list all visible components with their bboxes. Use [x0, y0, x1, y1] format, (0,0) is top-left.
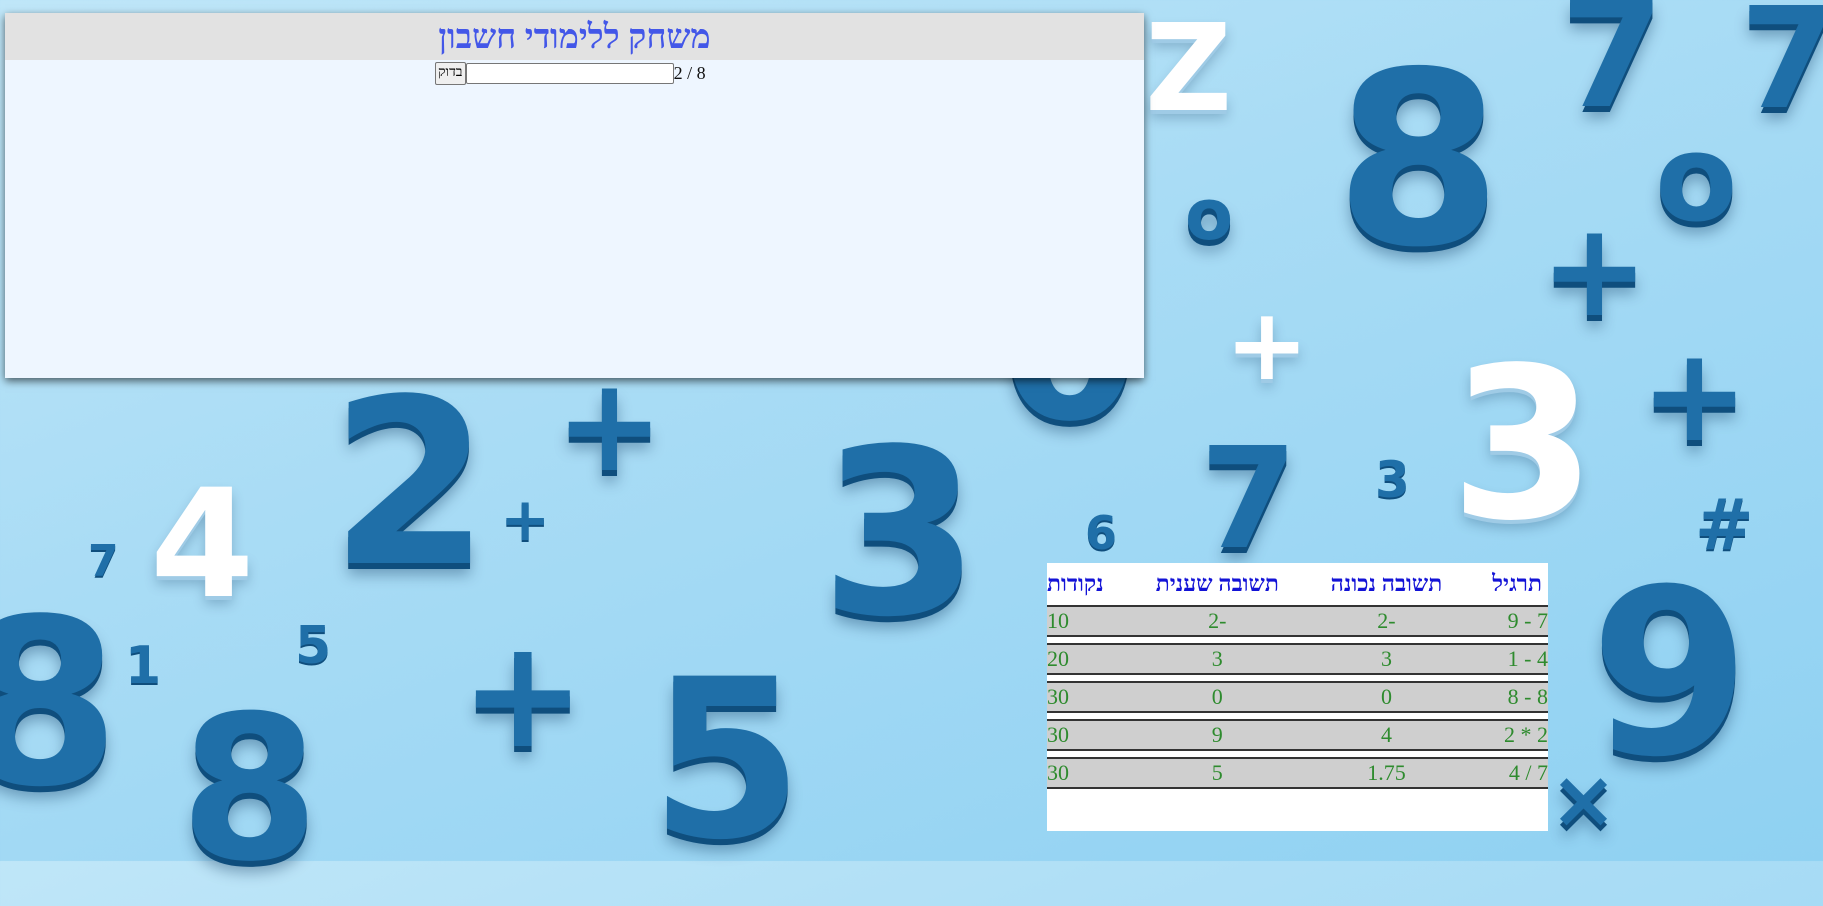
table-row: 7 / 4 1.75 5 30 [1047, 757, 1548, 789]
row-exercise: 2 * 2 [1467, 719, 1548, 751]
header-given-answer: תשובה שענית [1155, 571, 1279, 596]
row-exercise: 7 - 9 [1467, 605, 1548, 637]
table-row: 8 - 8 0 0 30 [1047, 681, 1548, 713]
table-row: 4 - 1 3 3 20 [1047, 643, 1548, 675]
game-title: משחק ללימודי חשבון [5, 13, 1144, 60]
header-correct-answer: תשובה נכונה [1330, 571, 1443, 596]
row-correct-answer: 1.75 [1305, 757, 1468, 789]
row-correct-answer: 0 [1305, 681, 1468, 713]
header-points: נקודות [1047, 571, 1104, 596]
row-given-answer: 3 [1128, 643, 1306, 675]
header-exercise: תרגיל [1492, 571, 1542, 596]
row-exercise: 7 / 4 [1467, 757, 1548, 789]
row-points: 30 [1047, 757, 1129, 789]
row-given-answer: 5 [1128, 757, 1306, 789]
row-given-answer: 9 [1128, 719, 1306, 751]
row-points: 20 [1047, 643, 1129, 675]
exercise-row: 8 / 2 בדוק [435, 60, 706, 86]
row-points: 30 [1047, 681, 1129, 713]
row-correct-answer: 4 [1305, 719, 1468, 751]
row-given-answer: -2 [1128, 605, 1306, 637]
table-row: 2 * 2 4 9 30 [1047, 719, 1548, 751]
game-panel: משחק ללימודי חשבון 8 / 2 בדוק [5, 13, 1144, 378]
row-points: 10 [1047, 605, 1129, 637]
table-row: 7 - 9 -2 -2 10 [1047, 605, 1548, 637]
exercise-text: 8 / 2 [673, 62, 706, 83]
table-footer-cell [1047, 795, 1548, 825]
table-footer-row [1047, 795, 1548, 825]
row-points: 30 [1047, 719, 1129, 751]
row-exercise: 4 - 1 [1467, 643, 1548, 675]
answer-input[interactable] [465, 62, 674, 84]
check-button[interactable]: בדוק [435, 61, 466, 85]
results-header-row: תרגיל תשובה נכונה תשובה שענית נקודות [1047, 569, 1548, 599]
row-correct-answer: -2 [1305, 605, 1468, 637]
row-correct-answer: 3 [1305, 643, 1468, 675]
results-table: תרגיל תשובה נכונה תשובה שענית נקודות 7 -… [1047, 563, 1548, 831]
row-given-answer: 0 [1128, 681, 1306, 713]
row-exercise: 8 - 8 [1467, 681, 1548, 713]
